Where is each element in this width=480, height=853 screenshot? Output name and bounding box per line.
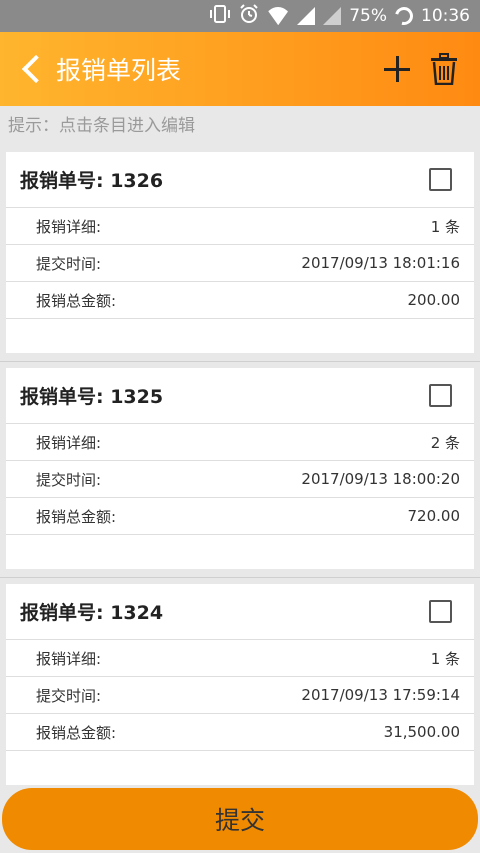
card-row-time: 提交时间: 2017/09/13 18:01:16 bbox=[6, 245, 474, 282]
row-label: 报销总金额: bbox=[36, 291, 117, 310]
row-value: 2017/09/13 18:00:20 bbox=[301, 470, 460, 488]
add-button[interactable] bbox=[382, 54, 412, 84]
signal-icon-secondary bbox=[323, 7, 342, 25]
select-checkbox[interactable] bbox=[429, 384, 452, 407]
row-value: 2 条 bbox=[430, 433, 460, 452]
row-value: 31,500.00 bbox=[383, 723, 460, 741]
page-title: 报销单列表 bbox=[56, 56, 182, 85]
alarm-icon bbox=[239, 3, 259, 29]
row-label: 提交时间: bbox=[36, 254, 102, 273]
divider bbox=[0, 577, 480, 578]
divider bbox=[0, 361, 480, 362]
expense-list: 报销单号: 1326 报销详细: 1 条 提交时间: 2017/09/13 18… bbox=[0, 146, 480, 786]
row-value: 2017/09/13 17:59:14 bbox=[301, 686, 460, 704]
row-value: 200.00 bbox=[407, 291, 461, 309]
row-label: 报销详细: bbox=[36, 433, 102, 452]
card-row-time: 提交时间: 2017/09/13 17:59:14 bbox=[6, 677, 474, 714]
row-label: 报销详细: bbox=[36, 217, 102, 236]
card-row-detail: 报销详细: 1 条 bbox=[6, 640, 474, 677]
row-value: 2017/09/13 18:01:16 bbox=[301, 254, 460, 272]
battery-icon bbox=[391, 3, 417, 29]
row-value: 720.00 bbox=[407, 507, 461, 525]
select-checkbox[interactable] bbox=[429, 168, 452, 191]
nav-bar: 报销单列表 bbox=[0, 32, 480, 106]
trash-icon bbox=[431, 53, 457, 85]
battery-percent: 75% bbox=[349, 6, 387, 26]
row-value: 1 条 bbox=[430, 649, 460, 668]
card-title: 报销单号: 1324 bbox=[20, 602, 164, 624]
row-label: 报销详细: bbox=[36, 649, 102, 668]
row-label: 报销总金额: bbox=[36, 507, 117, 526]
chevron-left-icon bbox=[21, 54, 51, 84]
card-title: 报销单号: 1325 bbox=[20, 386, 164, 408]
row-label: 报销总金额: bbox=[36, 723, 117, 742]
row-label: 提交时间: bbox=[36, 470, 102, 489]
card-row-amount: 报销总金额: 720.00 bbox=[6, 498, 474, 535]
wifi-icon bbox=[267, 7, 289, 25]
hint-text: 提示：点击条目进入编辑 bbox=[0, 106, 480, 146]
card-row-amount: 报销总金额: 31,500.00 bbox=[6, 714, 474, 751]
card-row-time: 提交时间: 2017/09/13 18:00:20 bbox=[6, 461, 474, 498]
vibrate-icon bbox=[209, 4, 231, 28]
card-row-amount: 报销总金额: 200.00 bbox=[6, 282, 474, 319]
card-row-detail: 报销详细: 1 条 bbox=[6, 208, 474, 245]
card-title: 报销单号: 1326 bbox=[20, 170, 164, 192]
status-bar: 75% 10:36 bbox=[0, 0, 480, 32]
expense-card[interactable]: 报销单号: 1324 报销详细: 1 条 提交时间: 2017/09/13 17… bbox=[6, 584, 474, 785]
row-label: 提交时间: bbox=[36, 686, 102, 705]
expense-card[interactable]: 报销单号: 1325 报销详细: 2 条 提交时间: 2017/09/13 18… bbox=[6, 368, 474, 569]
signal-icon bbox=[297, 7, 316, 25]
clock: 10:36 bbox=[421, 6, 470, 26]
delete-button[interactable] bbox=[430, 53, 458, 85]
back-button[interactable] bbox=[10, 32, 54, 106]
select-checkbox[interactable] bbox=[429, 600, 452, 623]
expense-card[interactable]: 报销单号: 1326 报销详细: 1 条 提交时间: 2017/09/13 18… bbox=[6, 152, 474, 353]
submit-button[interactable]: 提交 bbox=[2, 788, 478, 850]
row-value: 1 条 bbox=[430, 217, 460, 236]
card-row-detail: 报销详细: 2 条 bbox=[6, 424, 474, 461]
